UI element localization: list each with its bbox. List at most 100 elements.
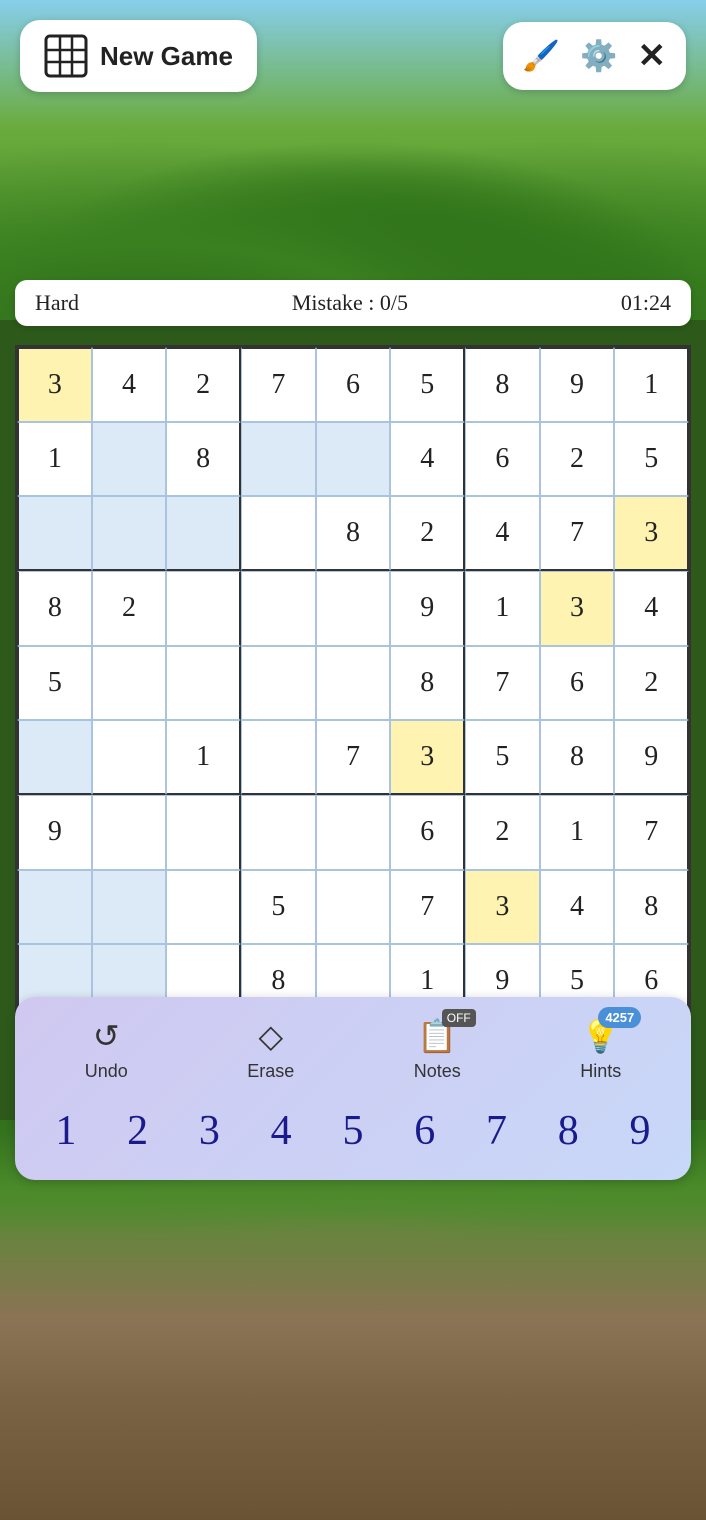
sudoku-cell[interactable] <box>17 720 92 795</box>
notes-button[interactable]: OFF 📋 Notes <box>414 1017 461 1082</box>
sudoku-cell[interactable]: 6 <box>390 795 465 870</box>
sudoku-cell[interactable] <box>241 496 316 571</box>
sudoku-cell[interactable] <box>241 571 316 646</box>
sudoku-cell[interactable]: 1 <box>166 720 241 795</box>
sudoku-cell[interactable] <box>241 646 316 721</box>
sudoku-cell[interactable]: 5 <box>390 347 465 422</box>
sudoku-cell[interactable]: 9 <box>390 571 465 646</box>
sudoku-cell[interactable]: 3 <box>465 870 540 945</box>
notes-label: Notes <box>414 1061 461 1082</box>
sudoku-cell[interactable] <box>17 870 92 945</box>
sudoku-cell[interactable] <box>241 720 316 795</box>
sudoku-cell[interactable]: 7 <box>465 646 540 721</box>
numpad-6[interactable]: 6 <box>406 1102 443 1160</box>
sudoku-cell[interactable] <box>241 795 316 870</box>
sudoku-cell[interactable]: 9 <box>17 795 92 870</box>
new-game-button[interactable]: New Game <box>20 20 257 92</box>
sudoku-cell[interactable] <box>316 422 391 497</box>
sudoku-cell[interactable]: 6 <box>540 646 615 721</box>
sudoku-cell[interactable]: 7 <box>390 870 465 945</box>
sudoku-cell[interactable]: 8 <box>465 347 540 422</box>
sudoku-cell[interactable]: 3 <box>17 347 92 422</box>
sudoku-cell[interactable]: 3 <box>540 571 615 646</box>
sudoku-cell[interactable]: 8 <box>614 870 689 945</box>
sudoku-grid: 3427658911846258247382913458762173589962… <box>17 347 689 1019</box>
sudoku-cell[interactable]: 1 <box>540 795 615 870</box>
sudoku-cell[interactable]: 2 <box>390 496 465 571</box>
status-bar: Hard Mistake : 0/5 01:24 <box>15 280 691 326</box>
erase-icon: ◇ <box>258 1017 283 1055</box>
sudoku-cell[interactable] <box>17 496 92 571</box>
sudoku-cell[interactable]: 3 <box>390 720 465 795</box>
numpad-9[interactable]: 9 <box>622 1102 659 1160</box>
sudoku-cell[interactable]: 5 <box>614 422 689 497</box>
header: New Game 🖌️ ⚙️ ✕ <box>0 20 706 92</box>
brush-icon[interactable]: 🖌️ <box>523 39 560 74</box>
numpad-7[interactable]: 7 <box>478 1102 515 1160</box>
numpad-5[interactable]: 5 <box>334 1102 371 1160</box>
new-game-label: New Game <box>100 41 233 72</box>
sudoku-cell[interactable]: 2 <box>92 571 167 646</box>
sudoku-cell[interactable] <box>316 795 391 870</box>
sudoku-cell[interactable]: 5 <box>465 720 540 795</box>
sudoku-cell[interactable]: 2 <box>166 347 241 422</box>
sudoku-cell[interactable] <box>92 795 167 870</box>
sudoku-cell[interactable]: 4 <box>92 347 167 422</box>
numpad-2[interactable]: 2 <box>119 1102 156 1160</box>
sudoku-cell[interactable] <box>166 795 241 870</box>
sudoku-cell[interactable]: 2 <box>614 646 689 721</box>
sudoku-cell[interactable] <box>316 646 391 721</box>
sudoku-cell[interactable]: 6 <box>465 422 540 497</box>
hints-button[interactable]: 4257 💡 Hints <box>580 1017 621 1082</box>
sudoku-cell[interactable] <box>316 870 391 945</box>
sudoku-cell[interactable] <box>92 720 167 795</box>
numpad-8[interactable]: 8 <box>550 1102 587 1160</box>
sudoku-cell[interactable]: 8 <box>390 646 465 721</box>
hints-label: Hints <box>580 1061 621 1082</box>
timer-label: 01:24 <box>621 290 671 316</box>
sudoku-cell[interactable]: 9 <box>540 347 615 422</box>
undo-label: Undo <box>85 1061 128 1082</box>
sudoku-cell[interactable]: 7 <box>614 795 689 870</box>
sudoku-cell[interactable]: 5 <box>17 646 92 721</box>
sudoku-cell[interactable]: 1 <box>614 347 689 422</box>
sudoku-cell[interactable] <box>241 422 316 497</box>
sudoku-cell[interactable] <box>166 646 241 721</box>
sudoku-cell[interactable]: 8 <box>166 422 241 497</box>
sudoku-cell[interactable]: 8 <box>17 571 92 646</box>
sudoku-cell[interactable] <box>166 571 241 646</box>
sudoku-cell[interactable] <box>166 496 241 571</box>
sudoku-cell[interactable]: 9 <box>614 720 689 795</box>
sudoku-cell[interactable] <box>92 496 167 571</box>
sudoku-cell[interactable]: 3 <box>614 496 689 571</box>
sudoku-cell[interactable]: 2 <box>540 422 615 497</box>
sudoku-cell[interactable] <box>166 870 241 945</box>
bottom-panel: ↺ Undo ◇ Erase OFF 📋 Notes 4257 💡 Hints … <box>15 997 691 1180</box>
sudoku-cell[interactable]: 4 <box>390 422 465 497</box>
numpad-4[interactable]: 4 <box>263 1102 300 1160</box>
header-right-controls: 🖌️ ⚙️ ✕ <box>503 22 686 90</box>
sudoku-cell[interactable]: 7 <box>540 496 615 571</box>
sudoku-cell[interactable] <box>92 646 167 721</box>
sudoku-cell[interactable]: 4 <box>465 496 540 571</box>
sudoku-cell[interactable]: 7 <box>241 347 316 422</box>
sudoku-cell[interactable]: 4 <box>614 571 689 646</box>
settings-icon[interactable]: ⚙️ <box>580 39 617 74</box>
sudoku-cell[interactable]: 6 <box>316 347 391 422</box>
sudoku-cell[interactable]: 7 <box>316 720 391 795</box>
sudoku-cell[interactable]: 1 <box>17 422 92 497</box>
close-icon[interactable]: ✕ <box>638 36 667 76</box>
sudoku-cell[interactable] <box>92 870 167 945</box>
undo-button[interactable]: ↺ Undo <box>85 1017 128 1082</box>
sudoku-cell[interactable]: 2 <box>465 795 540 870</box>
sudoku-cell[interactable]: 8 <box>316 496 391 571</box>
sudoku-cell[interactable] <box>92 422 167 497</box>
erase-button[interactable]: ◇ Erase <box>247 1017 294 1082</box>
sudoku-cell[interactable]: 8 <box>540 720 615 795</box>
sudoku-cell[interactable]: 5 <box>241 870 316 945</box>
sudoku-cell[interactable] <box>316 571 391 646</box>
numpad-1[interactable]: 1 <box>47 1102 84 1160</box>
sudoku-cell[interactable]: 1 <box>465 571 540 646</box>
numpad-3[interactable]: 3 <box>191 1102 228 1160</box>
sudoku-cell[interactable]: 4 <box>540 870 615 945</box>
